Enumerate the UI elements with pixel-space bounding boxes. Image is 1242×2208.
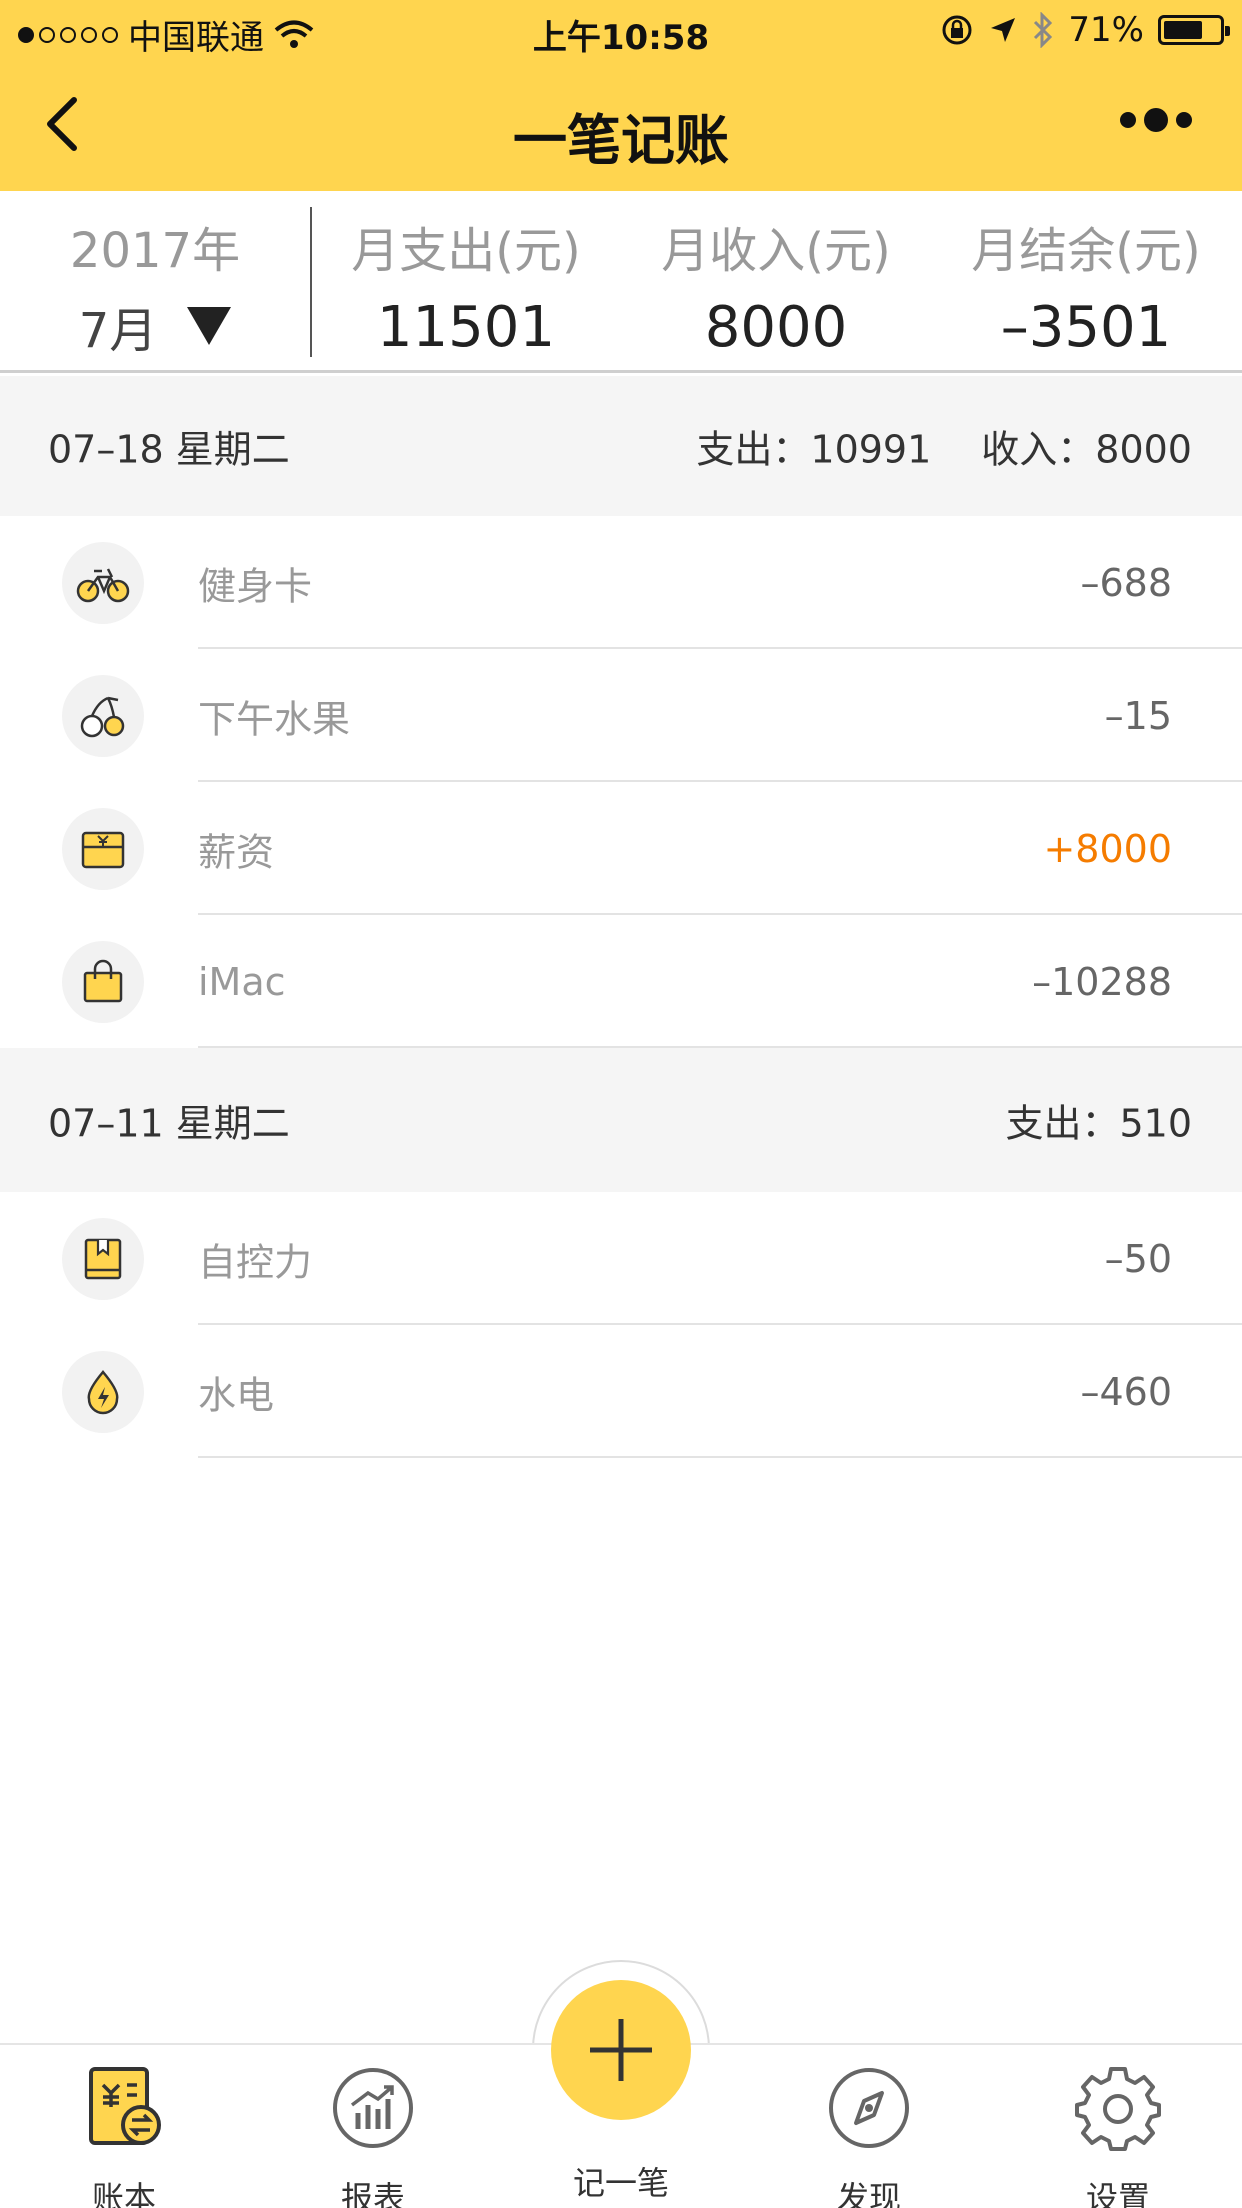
item-name: 健身卡 (198, 564, 313, 608)
item-amount: –10288 (1032, 959, 1172, 1004)
plus-icon (590, 2019, 652, 2081)
item-amount: –50 (1104, 1236, 1172, 1281)
day-income: 收入：8000 (981, 427, 1192, 472)
item-amount: +8000 (1043, 826, 1172, 871)
dropdown-triangle-icon (187, 307, 232, 345)
list-item[interactable]: 健身卡 –688 (0, 516, 1242, 649)
navigation-bar: 一笔记账 (0, 60, 1242, 191)
day-date: 07–11 星期二 (48, 1101, 290, 1146)
item-amount: –688 (1080, 560, 1172, 605)
location-icon (991, 18, 1016, 42)
add-record-button[interactable] (551, 1980, 691, 2120)
water-electric-icon (62, 1351, 144, 1433)
month-picker[interactable]: 2017年 7月 (0, 211, 310, 361)
month-label: 7月 (78, 303, 158, 359)
battery-percent: 71% (1068, 10, 1144, 50)
item-name: 水电 (198, 1373, 275, 1417)
bluetooth-icon (1034, 12, 1053, 48)
compass-icon (829, 2068, 909, 2148)
tab-ledger[interactable]: 账本 (44, 2063, 204, 2208)
report-chart-icon (333, 2068, 413, 2148)
tab-settings[interactable]: 设置 (1038, 2063, 1198, 2208)
day-date: 07–18 星期二 (48, 427, 290, 472)
day-header: 07–11 星期二 支出：510 (0, 1048, 1242, 1192)
book-icon (62, 1218, 144, 1300)
monthly-expense: 月支出(元) 11501 (351, 223, 581, 360)
monthly-income: 月收入(元) 8000 (661, 223, 891, 360)
list-item[interactable]: 自控力 –50 (0, 1192, 1242, 1325)
tab-label: 账本 (91, 2179, 156, 2208)
month-summary: 2017年 7月 月支出(元) 11501 月收入(元) 8000 月结余(元)… (0, 191, 1242, 373)
shopping-bag-icon (62, 941, 144, 1023)
orientation-lock-icon (942, 15, 972, 45)
tab-label: 发现 (836, 2179, 901, 2208)
monthly-balance: 月结余(元) –3501 (971, 223, 1201, 360)
item-name: 自控力 (198, 1240, 313, 1284)
item-name: iMac (198, 959, 286, 1004)
day-header: 07–18 星期二 支出：10991 收入：8000 (0, 376, 1242, 516)
cherry-icon (62, 675, 144, 757)
top-bar: 中国联通 上午10:58 71% 一笔记账 (0, 0, 1242, 191)
list-item[interactable]: 水电 –460 (0, 1325, 1242, 1458)
year-label: 2017年 (69, 223, 241, 279)
list-item[interactable]: 薪资 +8000 (0, 782, 1242, 915)
gear-icon (1075, 2067, 1161, 2151)
tab-label: 设置 (1085, 2179, 1150, 2208)
status-bar: 中国联通 上午10:58 71% (0, 0, 1242, 60)
tab-report[interactable]: 报表 (293, 2063, 453, 2208)
day-expense: 支出：510 (1005, 1101, 1192, 1146)
battery-icon (1158, 15, 1230, 45)
tab-discover[interactable]: 发现 (789, 2063, 949, 2208)
tab-label: 报表 (340, 2179, 405, 2208)
bicycle-icon (62, 542, 144, 624)
item-amount: –15 (1104, 693, 1172, 738)
day-expense: 支出：10991 (696, 427, 932, 472)
more-options-icon[interactable] (1120, 108, 1192, 132)
ledger-icon (89, 2067, 161, 2145)
add-record-label: 记一笔 (572, 2164, 669, 2202)
list-item[interactable]: iMac –10288 (0, 915, 1242, 1048)
item-amount: –460 (1080, 1369, 1172, 1414)
item-name: 下午水果 (198, 697, 351, 741)
item-name: 薪资 (198, 830, 275, 874)
list-item[interactable]: 下午水果 –15 (0, 649, 1242, 782)
salary-box-icon (62, 808, 144, 890)
page-title: 一笔记账 (513, 109, 729, 172)
